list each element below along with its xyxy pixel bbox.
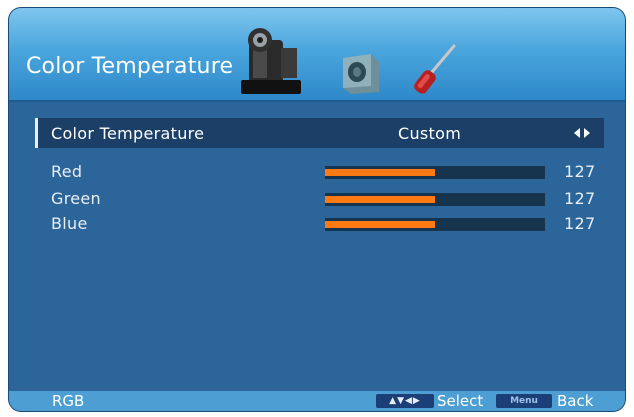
red-slider-fill	[325, 169, 435, 176]
page-title: Color Temperature	[26, 54, 234, 79]
red-label: Red	[51, 162, 83, 181]
color-temperature-row[interactable]: Color Temperature Custom	[35, 118, 604, 148]
blue-value: 127	[564, 214, 596, 233]
speaker-icon[interactable]	[339, 50, 381, 96]
red-slider-track[interactable]	[325, 166, 545, 179]
green-slider-fill	[325, 196, 435, 203]
left-right-arrows-icon[interactable]	[573, 127, 591, 139]
screwdriver-icon[interactable]	[412, 42, 460, 98]
footer-bar: RGB ▲▼◀▶ Select Menu Back	[9, 391, 625, 411]
blue-slider-track[interactable]	[325, 218, 545, 231]
blue-slider-row[interactable]: Blue 127	[35, 210, 601, 236]
red-value: 127	[564, 162, 596, 181]
green-slider-track[interactable]	[325, 193, 545, 206]
green-slider-row[interactable]: Green 127	[35, 185, 601, 211]
navigation-keys-icon: ▲▼◀▶	[376, 394, 434, 408]
menu-key-badge[interactable]: Menu	[496, 394, 552, 408]
select-hint-label: Select	[437, 392, 484, 410]
green-label: Green	[51, 189, 101, 208]
camcorder-icon[interactable]	[235, 24, 305, 100]
settings-panel: Color Temperature Custom Red 127 Green 1…	[9, 102, 625, 392]
menu-header: Color Temperature	[9, 8, 625, 102]
red-slider-row[interactable]: Red 127	[35, 158, 601, 184]
color-temperature-label: Color Temperature	[51, 124, 205, 143]
color-temperature-value[interactable]: Custom	[398, 124, 461, 143]
footer-rgb-label: RGB	[52, 392, 85, 410]
osd-menu-window: Color Temperature Color Temperature Cust…	[9, 8, 625, 411]
back-hint-label: Back	[557, 392, 594, 410]
blue-slider-fill	[325, 221, 435, 228]
blue-label: Blue	[51, 214, 88, 233]
green-value: 127	[564, 189, 596, 208]
